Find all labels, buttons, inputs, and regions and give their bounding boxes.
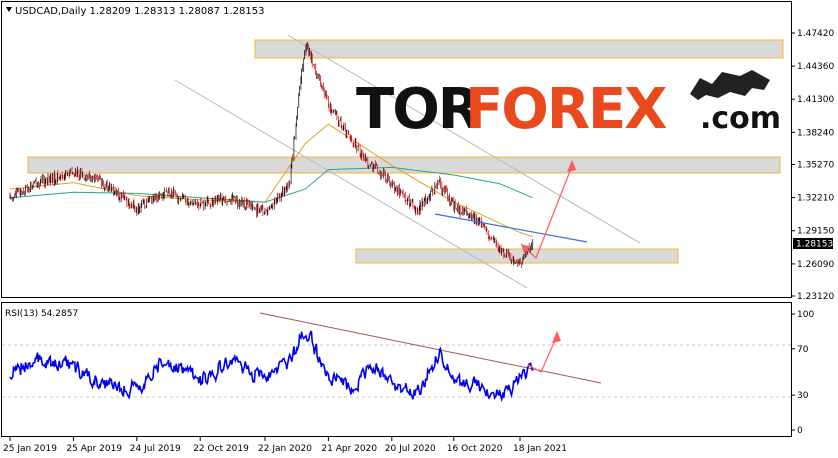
time-tick-label: 20 Jul 2020 <box>385 444 436 454</box>
time-tick-label: 22 Jan 2020 <box>258 444 312 454</box>
rsi-tick-label: 100 <box>797 310 814 320</box>
svg-text:FOREX: FOREX <box>465 77 667 142</box>
chart-canvas: USDCAD,Daily 1.28209 1.28313 1.28087 1.2… <box>1 1 834 454</box>
time-tick-label: 22 Oct 2019 <box>193 444 249 454</box>
chart-title: USDCAD,Daily 1.28209 1.28313 1.28087 1.2… <box>15 6 265 17</box>
last-price-label: 1.28153 <box>796 240 833 250</box>
rsi-tick-label: 30 <box>797 391 809 401</box>
price-tick-label: 1.35270 <box>797 161 834 171</box>
rsi-tick-label: 0 <box>797 426 803 436</box>
time-tick-label: 25 Jan 2019 <box>3 444 57 454</box>
resistance-zone-upper <box>254 39 784 59</box>
time-tick-label: 25 Apr 2019 <box>66 444 122 454</box>
svg-text:TOR: TOR <box>356 77 480 142</box>
time-tick-label: 16 Oct 2020 <box>447 444 503 454</box>
rsi-title: RSI(13) 54.2857 <box>5 309 78 319</box>
price-tick-label: 1.47420 <box>797 29 834 39</box>
rsi-tick-label: 70 <box>797 345 809 355</box>
price-tick-label: 1.44360 <box>797 62 834 72</box>
resistance-zone-middle <box>27 156 781 174</box>
price-tick-label: 1.23120 <box>797 292 834 302</box>
torforex-logo: TOR FOREX .com <box>356 70 781 142</box>
support-zone-lower <box>355 248 679 264</box>
price-tick-label: 1.38240 <box>797 128 834 138</box>
rsi-panel-frame <box>1 302 792 437</box>
time-tick-label: 24 Jul 2019 <box>130 444 181 454</box>
price-tick-label: 1.41300 <box>797 95 834 105</box>
time-tick-label: 18 Jan 2021 <box>513 444 567 454</box>
price-tick-label: 1.29150 <box>797 227 834 237</box>
svg-text:.com: .com <box>700 101 781 136</box>
time-tick-label: 21 Apr 2020 <box>321 444 377 454</box>
price-tick-label: 1.26090 <box>797 260 834 270</box>
price-tick-label: 1.32210 <box>797 194 834 204</box>
